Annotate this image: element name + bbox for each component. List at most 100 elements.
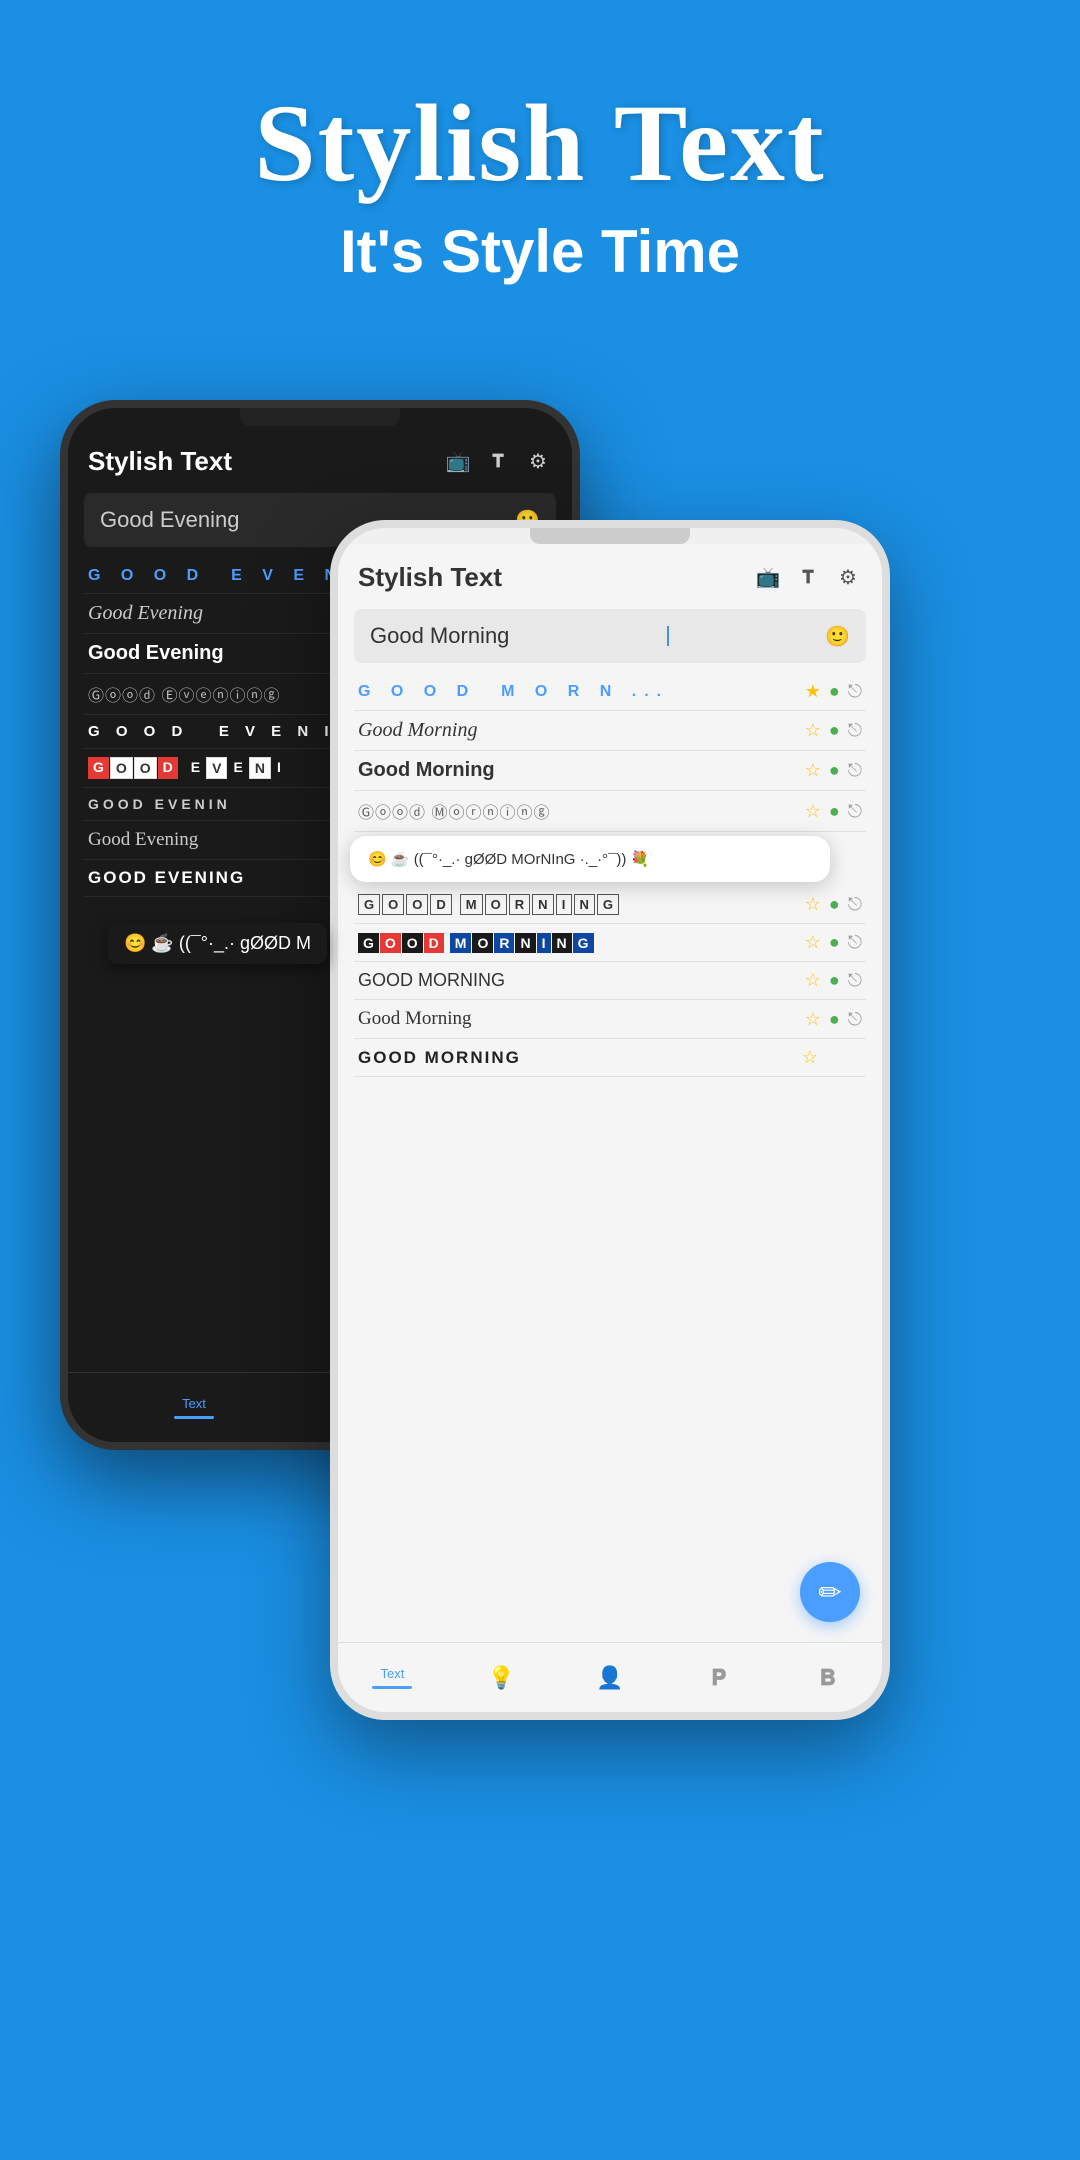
dark-phone-notch xyxy=(240,408,400,426)
style-colored-row-dark: G O O D E V E N I xyxy=(88,757,286,779)
share-icon-4[interactable]: ⎋ xyxy=(848,801,862,822)
share-icon-7[interactable]: ⎋ xyxy=(848,970,862,991)
share-icon-3[interactable]: ⎋ xyxy=(848,760,862,781)
share-icon-6[interactable]: ⎋ xyxy=(848,932,862,953)
cb-i: I xyxy=(537,933,551,953)
style-actions-4: ☆ ● ⎋ xyxy=(805,801,862,822)
style-row-bold-light: Good Morning ☆ ● ⎋ xyxy=(354,751,866,791)
light-phone: Stylish Text 📺 𝐓 ⚙ Good Morning 🙂 G O O … xyxy=(330,520,890,1720)
style-row-spaced-light: G O O D M O R N ... ★ ● ⎋ xyxy=(354,673,866,711)
box-g: G xyxy=(88,757,109,779)
style-actions-2: ☆ ● ⎋ xyxy=(805,720,862,741)
style-text-cursive-light: Good Morning xyxy=(358,719,477,742)
box-o2: O xyxy=(134,757,157,779)
star-icon-4[interactable]: ☆ xyxy=(805,801,821,822)
settings-icon-dark[interactable]: ⚙ xyxy=(524,448,552,476)
box-d: D xyxy=(158,757,178,779)
style-text-caps-dark: GOOD EVENING xyxy=(88,868,245,888)
star-icon-5[interactable]: ☆ xyxy=(805,894,821,915)
share-icon-2[interactable]: ⎋ xyxy=(848,720,862,741)
share-icon-5[interactable]: ⎋ xyxy=(848,894,862,915)
star-icon-2[interactable]: ☆ xyxy=(805,720,821,741)
style-text-bold-dark: Good Evening xyxy=(88,642,224,665)
fab-icon: ✏ xyxy=(818,1576,841,1609)
tooltip-text-light: 😊 ☕ ((¯°·_.· gØØD MOrNInG ·._·°¯)) 💐 xyxy=(368,850,649,868)
nav-text-light[interactable]: Text xyxy=(338,1666,447,1689)
whatsapp-icon-7[interactable]: ● xyxy=(829,970,840,991)
nav-p-light[interactable]: 𝐏 xyxy=(664,1665,773,1691)
nav-idea-light[interactable]: 💡 xyxy=(447,1665,556,1691)
style-boxed-outline-light: G O O D M O R N I N G xyxy=(358,894,619,915)
style-actions-8: ☆ ● ⎋ xyxy=(805,1009,862,1030)
tv-icon-light[interactable]: 📺 xyxy=(754,564,782,592)
nav-b-icon-light: 𝐁 xyxy=(820,1665,836,1691)
bc-n2: N xyxy=(574,894,595,915)
cb-d: D xyxy=(424,933,444,953)
light-input-field[interactable]: Good Morning 🙂 xyxy=(354,609,866,663)
nav-text-label-dark: Text xyxy=(182,1396,206,1411)
bc-g: G xyxy=(358,894,380,915)
star-icon-1[interactable]: ★ xyxy=(805,681,821,702)
light-app-header: Stylish Text 📺 𝐓 ⚙ xyxy=(354,554,866,601)
bc-n: N xyxy=(532,894,553,915)
emoji-picker-icon-light[interactable]: 🙂 xyxy=(825,624,850,649)
style-actions-5: ☆ ● ⎋ xyxy=(805,894,862,915)
tv-icon-dark[interactable]: 📺 xyxy=(444,448,472,476)
whatsapp-icon-5[interactable]: ● xyxy=(829,894,840,915)
bc-o2: O xyxy=(406,894,428,915)
whatsapp-icon-8[interactable]: ● xyxy=(829,1009,840,1030)
share-icon-8[interactable]: ⎋ xyxy=(848,1009,862,1030)
cb-o: O xyxy=(380,933,401,953)
cb-or: O xyxy=(472,933,493,953)
light-phone-inner: Stylish Text 📺 𝐓 ⚙ Good Morning 🙂 G O O … xyxy=(338,544,882,1712)
nav-underline-light xyxy=(372,1686,412,1689)
style-text-serif-dark: Good Evening xyxy=(88,829,198,851)
whatsapp-icon-2[interactable]: ● xyxy=(829,720,840,741)
bc-or: O xyxy=(485,894,507,915)
style-row-circles-light: Ⓖⓞⓞⓓ Ⓜⓞⓡⓝⓘⓝⓖ ☆ ● ⎋ xyxy=(354,791,866,832)
style-actions-1: ★ ● ⎋ xyxy=(805,681,862,702)
nav-person-light[interactable]: 👤 xyxy=(556,1665,665,1691)
settings-icon-light[interactable]: ⚙ xyxy=(834,564,862,592)
style-text-spaced-light: G O O D M O R N ... xyxy=(358,683,669,701)
star-icon-6[interactable]: ☆ xyxy=(805,932,821,953)
style-text-serif-light: Good Morning xyxy=(358,1008,471,1030)
style-actions-6: ☆ ● ⎋ xyxy=(805,932,862,953)
box-e2: E xyxy=(228,757,247,779)
whatsapp-icon-1[interactable]: ● xyxy=(829,681,840,702)
bc-d: D xyxy=(430,894,451,915)
bc-o1: O xyxy=(382,894,404,915)
star-icon-9[interactable]: ☆ xyxy=(802,1047,818,1068)
whatsapp-icon-6[interactable]: ● xyxy=(829,932,840,953)
nav-b-light[interactable]: 𝐁 xyxy=(773,1665,882,1691)
style-text-circles-dark: Ⓖⓞⓞⓓ Ⓔⓥⓔⓝⓘⓝⓖ xyxy=(88,682,280,706)
nav-text-dark[interactable]: Text xyxy=(68,1396,320,1419)
input-cursor xyxy=(667,626,669,646)
cb-m: M xyxy=(450,933,472,953)
dark-input-value: Good Evening xyxy=(100,507,239,533)
text-format-icon-light[interactable]: 𝐓 xyxy=(794,564,822,592)
emoji-tooltip-light: 😊 ☕ ((¯°·_.· gØØD MOrNInG ·._·°¯)) 💐 xyxy=(350,836,830,882)
style-text-caps-light: GOOD MORNING xyxy=(358,1048,521,1068)
style-colored-boxes-light: G O O D M O R N I N G xyxy=(358,933,594,953)
fab-button[interactable]: ✏ xyxy=(800,1562,860,1622)
star-icon-8[interactable]: ☆ xyxy=(805,1009,821,1030)
text-format-icon-dark[interactable]: 𝐓 xyxy=(484,448,512,476)
nav-p-icon-light: 𝐏 xyxy=(711,1665,726,1691)
light-input-value: Good Morning xyxy=(370,623,509,649)
phones-container: Stylish Text 📺 𝐓 ⚙ Good Evening 🙂 G O O … xyxy=(0,320,1080,2160)
style-actions-9: ☆ xyxy=(802,1047,862,1068)
whatsapp-icon-4[interactable]: ● xyxy=(829,801,840,822)
box-i: I xyxy=(272,757,286,779)
app-subtitle: It's Style Time xyxy=(0,217,1080,286)
style-row-caps-light: GOOD MORNING ☆ xyxy=(354,1039,866,1077)
style-actions-3: ☆ ● ⎋ xyxy=(805,760,862,781)
header-section: Stylish Text It's Style Time xyxy=(0,0,1080,286)
bc-i: I xyxy=(556,894,572,915)
star-icon-3[interactable]: ☆ xyxy=(805,760,821,781)
cb-g2: G xyxy=(573,933,594,953)
star-icon-7[interactable]: ☆ xyxy=(805,970,821,991)
whatsapp-icon-3[interactable]: ● xyxy=(829,760,840,781)
share-icon-1[interactable]: ⎋ xyxy=(848,681,862,702)
light-app-icons: 📺 𝐓 ⚙ xyxy=(754,564,862,592)
